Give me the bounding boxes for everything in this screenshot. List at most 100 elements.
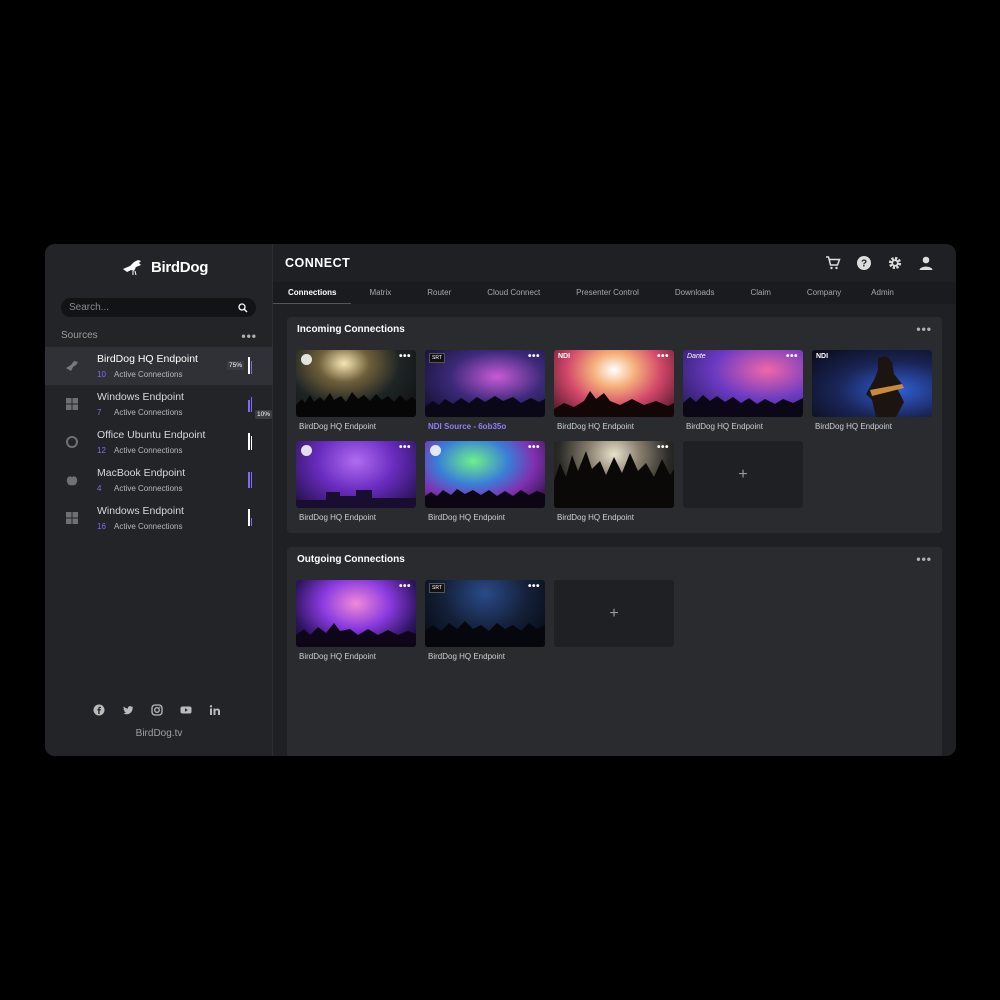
tile-more-icon[interactable]: ••• xyxy=(786,352,798,362)
tile-more-icon[interactable]: ••• xyxy=(399,582,411,592)
tab-matrix[interactable]: Matrix xyxy=(351,282,409,304)
tab-claim[interactable]: Claim xyxy=(732,282,788,304)
ndi-badge: NDI xyxy=(816,353,829,360)
connection-tile[interactable]: NDI ••• BirdDog HQ Endpoint xyxy=(554,350,674,431)
connection-tile[interactable]: ••• BirdDog HQ Endpoint xyxy=(296,580,416,661)
source-sub: Active Connections xyxy=(114,370,183,379)
youtube-icon[interactable] xyxy=(180,704,192,716)
panel-title: Outgoing Connections xyxy=(297,554,405,565)
svg-text:?: ? xyxy=(861,259,867,270)
source-count: 4 xyxy=(97,484,102,493)
link-icon xyxy=(301,445,312,456)
source-item-windows-2[interactable]: Windows Endpoint 16 Active Connections xyxy=(45,499,273,537)
crowd-silhouette xyxy=(425,489,545,508)
app-window: BirdDog Sources ••• BirdDog HQ Endpoint … xyxy=(45,244,956,756)
video-thumbnail[interactable]: ••• xyxy=(296,441,416,508)
source-sub: Active Connections xyxy=(114,484,183,493)
tab-admin[interactable]: Admin xyxy=(859,282,906,304)
tile-caption: NDI Source - 6ob35o xyxy=(428,422,507,431)
tile-more-icon[interactable]: ••• xyxy=(528,582,540,592)
panel-more-icon[interactable]: ••• xyxy=(916,323,932,335)
source-item-ubuntu[interactable]: Office Ubuntu Endpoint 12 Active Connect… xyxy=(45,423,273,461)
tab-cloud-connect[interactable]: Cloud Connect xyxy=(469,282,558,304)
crowd-silhouette xyxy=(425,396,545,417)
source-count: 10 xyxy=(97,370,106,379)
twitter-icon[interactable] xyxy=(122,704,134,716)
link-icon xyxy=(301,354,312,365)
video-thumbnail[interactable]: SRT ••• xyxy=(425,580,545,647)
tile-caption: BirdDog HQ Endpoint xyxy=(299,422,376,431)
search-input[interactable] xyxy=(69,302,238,313)
bird-icon xyxy=(123,260,141,276)
panel-title: Incoming Connections xyxy=(297,324,405,335)
connection-tile[interactable]: ••• BirdDog HQ Endpoint xyxy=(554,441,674,522)
panel-more-icon[interactable]: ••• xyxy=(916,553,932,565)
connection-tile[interactable]: NDI BirdDog HQ Endpoint xyxy=(812,350,932,431)
source-count: 7 xyxy=(97,408,102,417)
connection-tile[interactable]: ••• BirdDog HQ Endpoint xyxy=(296,441,416,522)
cart-icon[interactable] xyxy=(825,255,841,271)
logo-text: BirdDog xyxy=(151,258,209,276)
tile-more-icon[interactable]: ••• xyxy=(528,443,540,453)
add-connection-button[interactable]: + xyxy=(683,441,803,508)
level-meter xyxy=(248,395,252,412)
site-link[interactable]: BirdDog.tv xyxy=(45,728,273,739)
tab-router[interactable]: Router xyxy=(409,282,469,304)
video-thumbnail[interactable]: Dante ••• xyxy=(683,350,803,417)
instagram-icon[interactable] xyxy=(151,704,163,716)
tile-more-icon[interactable]: ••• xyxy=(657,443,669,453)
user-icon[interactable] xyxy=(918,255,934,271)
connection-tile[interactable]: Dante ••• BirdDog HQ Endpoint xyxy=(683,350,803,431)
tile-caption: BirdDog HQ Endpoint xyxy=(815,422,892,431)
tile-caption: BirdDog HQ Endpoint xyxy=(299,513,376,522)
level-meter xyxy=(248,357,252,374)
source-item-birddog-hq[interactable]: BirdDog HQ Endpoint 10 Active Connection… xyxy=(45,347,273,385)
connection-tile[interactable]: ••• BirdDog HQ Endpoint xyxy=(296,350,416,431)
video-thumbnail[interactable]: ••• xyxy=(296,350,416,417)
tab-company[interactable]: Company xyxy=(789,282,859,304)
tile-more-icon[interactable]: ••• xyxy=(528,352,540,362)
tile-caption: BirdDog HQ Endpoint xyxy=(428,652,505,661)
source-item-macbook[interactable]: MacBook Endpoint 4 Active Connections xyxy=(45,461,273,499)
apple-icon xyxy=(66,476,78,486)
video-thumbnail[interactable]: ••• xyxy=(425,441,545,508)
search-icon[interactable] xyxy=(238,302,248,313)
search-bar[interactable] xyxy=(61,298,256,317)
video-thumbnail[interactable]: ••• xyxy=(296,580,416,647)
source-name: Windows Endpoint xyxy=(97,505,184,517)
tile-more-icon[interactable]: ••• xyxy=(399,443,411,453)
source-sub: Active Connections xyxy=(114,522,183,531)
video-thumbnail[interactable]: NDI ••• xyxy=(554,350,674,417)
tile-more-icon[interactable]: ••• xyxy=(657,352,669,362)
source-name: Windows Endpoint xyxy=(97,391,184,403)
ndi-badge: NDI xyxy=(558,353,571,360)
connection-tile[interactable]: SRT ••• BirdDog HQ Endpoint xyxy=(425,580,545,661)
tile-more-icon[interactable]: ••• xyxy=(399,352,411,362)
tab-connections[interactable]: Connections xyxy=(273,282,352,304)
tab-presenter-control[interactable]: Presenter Control xyxy=(558,282,657,304)
video-thumbnail[interactable]: SRT ••• xyxy=(425,350,545,417)
video-thumbnail[interactable]: NDI xyxy=(812,350,932,417)
add-connection-button[interactable]: + xyxy=(554,580,674,647)
tile-caption: BirdDog HQ Endpoint xyxy=(557,513,634,522)
level-meter xyxy=(248,433,252,450)
source-name: BirdDog HQ Endpoint xyxy=(97,353,198,365)
connection-tile[interactable]: ••• BirdDog HQ Endpoint xyxy=(425,441,545,522)
level-meter xyxy=(248,471,252,488)
tab-downloads[interactable]: Downloads xyxy=(657,282,733,304)
source-count: 12 xyxy=(97,446,106,455)
connection-tile[interactable]: SRT ••• NDI Source - 6ob35o xyxy=(425,350,545,431)
facebook-icon[interactable] xyxy=(93,704,105,716)
crowd-silhouette xyxy=(425,621,545,647)
birddog-logo[interactable]: BirdDog xyxy=(121,254,208,280)
source-name: Office Ubuntu Endpoint xyxy=(97,429,206,441)
source-item-windows[interactable]: Windows Endpoint 7 Active Connections xyxy=(45,385,273,423)
sources-more-icon[interactable]: ••• xyxy=(241,330,257,342)
crowd-silhouette xyxy=(296,623,416,647)
settings-icon[interactable] xyxy=(887,255,903,271)
tile-caption: BirdDog HQ Endpoint xyxy=(557,422,634,431)
dante-badge: Dante xyxy=(687,353,706,360)
linkedin-icon[interactable] xyxy=(209,704,221,716)
video-thumbnail[interactable]: ••• xyxy=(554,441,674,508)
help-icon[interactable]: ? xyxy=(856,255,872,271)
